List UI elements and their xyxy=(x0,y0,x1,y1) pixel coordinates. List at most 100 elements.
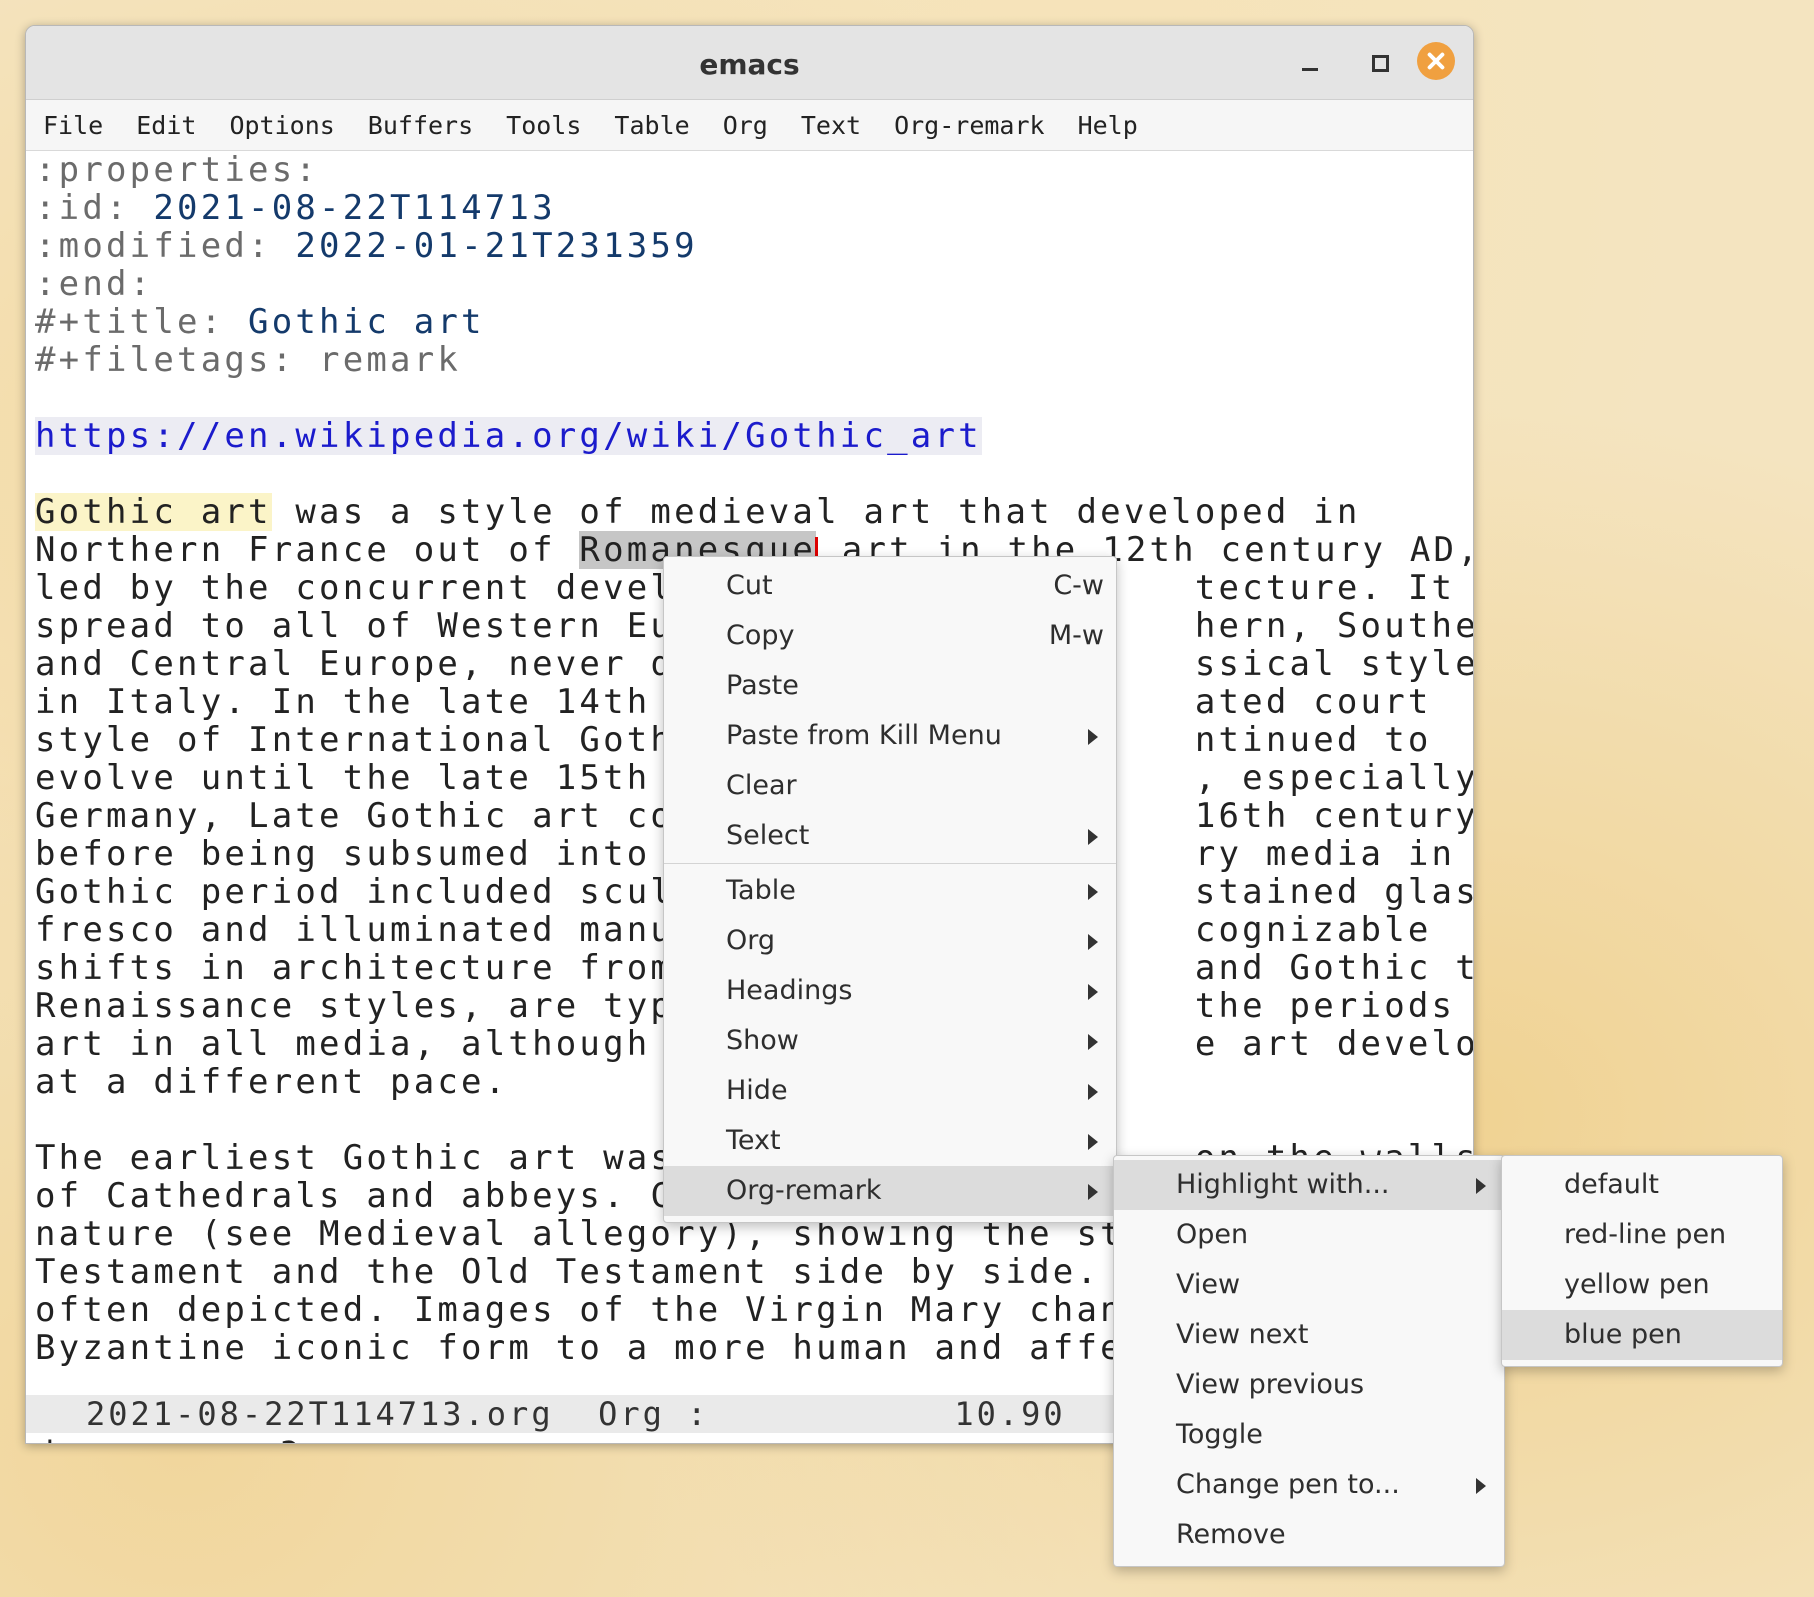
menu-item-cut[interactable]: Cut C-w xyxy=(664,561,1116,611)
buffer-text: ated court xyxy=(1194,683,1432,721)
menu-item-yellow-pen[interactable]: yellow pen xyxy=(1502,1260,1782,1310)
menu-item-label: default xyxy=(1564,1169,1660,1200)
menu-item-hide[interactable]: Hide xyxy=(664,1066,1116,1116)
buffer-line[interactable] xyxy=(26,455,1473,493)
menu-help[interactable]: Help xyxy=(1078,111,1138,140)
title-bar[interactable]: emacs xyxy=(26,26,1473,100)
buffer-text: was a style of medieval art that develop… xyxy=(271,493,1361,531)
maximize-icon[interactable] xyxy=(1360,44,1398,82)
buffer-text: :modified: xyxy=(35,227,296,265)
menu-item-label: Paste xyxy=(726,670,799,701)
menu-item-text[interactable]: Text xyxy=(664,1116,1116,1166)
buffer-text: in Italy. In the late 14th ce xyxy=(35,683,722,721)
menu-item-toggle[interactable]: Toggle xyxy=(1114,1410,1504,1460)
menu-item-select[interactable]: Select xyxy=(664,811,1116,861)
menu-table[interactable]: Table xyxy=(614,111,689,140)
menu-item-view-previous[interactable]: View previous xyxy=(1114,1360,1504,1410)
buffer-text: cognizable xyxy=(1194,911,1432,949)
buffer-text: Testament and the Old Testament side by … xyxy=(35,1253,1195,1291)
menu-item-label: blue pen xyxy=(1564,1319,1682,1350)
menu-item-view-next[interactable]: View next xyxy=(1114,1310,1504,1360)
url-link[interactable]: https://en.wikipedia.org/wiki/Gothic_art xyxy=(35,417,982,455)
buffer-line[interactable]: :modified: 2022-01-21T231359 xyxy=(26,227,1473,265)
buffer-text: stained glass, xyxy=(1194,873,1473,911)
menu-item-label: Org xyxy=(726,925,776,956)
menu-item-org-remark[interactable]: Org-remark xyxy=(664,1166,1116,1216)
menu-item-label: Change pen to... xyxy=(1176,1469,1400,1500)
menu-item-org[interactable]: Org xyxy=(664,916,1116,966)
menu-item-paste[interactable]: Paste xyxy=(664,661,1116,711)
menu-buffers[interactable]: Buffers xyxy=(368,111,473,140)
close-icon[interactable] xyxy=(1417,42,1455,80)
menu-options[interactable]: Options xyxy=(229,111,334,140)
buffer-text: :id: xyxy=(35,189,154,227)
buffer-text: Germany, Late Gothic art cont xyxy=(35,797,722,835)
menu-item-label: Show xyxy=(726,1025,799,1056)
buffer-line[interactable]: :id: 2021-08-22T114713 xyxy=(26,189,1473,227)
buffer-text: led by the concurrent develop xyxy=(35,569,722,607)
buffer-text: art in all media, although in xyxy=(35,1025,722,1063)
menu-item-label: Clear xyxy=(726,770,797,801)
shortcut-label: M-w xyxy=(1048,620,1104,651)
menu-item-label: Headings xyxy=(726,975,853,1006)
menu-item-label: Paste from Kill Menu xyxy=(726,720,1002,751)
buffer-text: fresco and illuminated manusc xyxy=(35,911,722,949)
menu-item-blue-pen[interactable]: blue pen xyxy=(1502,1310,1782,1360)
menu-item-label: yellow pen xyxy=(1564,1269,1710,1300)
menu-item-highlight-with[interactable]: Highlight with... xyxy=(1114,1160,1504,1210)
menu-item-view[interactable]: View xyxy=(1114,1260,1504,1310)
menu-tools[interactable]: Tools xyxy=(506,111,581,140)
menu-item-open[interactable]: Open xyxy=(1114,1210,1504,1260)
submenu-arrow-icon xyxy=(1088,729,1098,745)
menu-item-table[interactable]: Table xyxy=(664,866,1116,916)
menu-item-default[interactable]: default xyxy=(1502,1160,1782,1210)
buffer-text: 2021-08-22T114713 xyxy=(153,189,556,227)
menu-item-red-line-pen[interactable]: red-line pen xyxy=(1502,1210,1782,1260)
menu-item-paste-from-kill-menu[interactable]: Paste from Kill Menu xyxy=(664,711,1116,761)
menu-org[interactable]: Org xyxy=(723,111,768,140)
menu-item-remove[interactable]: Remove xyxy=(1114,1510,1504,1560)
menu-item-clear[interactable]: Clear xyxy=(664,761,1116,811)
buffer-text: The earliest Gothic art was m xyxy=(35,1139,722,1177)
buffer-line[interactable]: Gothic art was a style of medieval art t… xyxy=(26,493,1473,531)
buffer-text: often depicted. Images of the Virgin Mar… xyxy=(35,1291,1195,1329)
menu-item-label: Highlight with... xyxy=(1176,1169,1390,1200)
buffer-line[interactable]: https://en.wikipedia.org/wiki/Gothic_art xyxy=(26,417,1473,455)
menu-item-label: Remove xyxy=(1176,1519,1286,1550)
buffer-text: Renaissance styles, are typic xyxy=(35,987,722,1025)
org-remark-submenu: Highlight with... Open View View next View p… xyxy=(1113,1155,1505,1567)
buffer-line[interactable]: #+title: Gothic art xyxy=(26,303,1473,341)
menu-item-copy[interactable]: Copy M-w xyxy=(664,611,1116,661)
submenu-arrow-icon xyxy=(1088,1184,1098,1200)
buffer-text: , especially xyxy=(1194,759,1473,797)
buffer-text: e art developed xyxy=(1194,1025,1473,1063)
menu-org-remark[interactable]: Org-remark xyxy=(894,111,1045,140)
buffer-line[interactable] xyxy=(26,379,1473,417)
echo-area: down-mouse-3- xyxy=(35,1434,324,1443)
menu-text[interactable]: Text xyxy=(801,111,861,140)
buffer-text: and Gothic to xyxy=(1194,949,1473,987)
buffer-text: at a different pace. xyxy=(35,1063,509,1101)
buffer-line[interactable]: :properties: xyxy=(26,151,1473,189)
buffer-text: tecture. It xyxy=(1194,569,1456,607)
menu-item-change-pen-to[interactable]: Change pen to... xyxy=(1114,1460,1504,1510)
submenu-arrow-icon xyxy=(1088,1034,1098,1050)
menu-item-show[interactable]: Show xyxy=(664,1016,1116,1066)
minimize-icon[interactable] xyxy=(1291,44,1329,82)
submenu-arrow-icon xyxy=(1088,984,1098,1000)
menu-edit[interactable]: Edit xyxy=(136,111,196,140)
buffer-line[interactable]: #+filetags: remark xyxy=(26,341,1473,379)
menu-item-headings[interactable]: Headings xyxy=(664,966,1116,1016)
buffer-text: Byzantine iconic form to a more human an… xyxy=(35,1329,1195,1367)
menu-item-label: View next xyxy=(1176,1319,1309,1350)
menu-item-label: Toggle xyxy=(1176,1419,1263,1450)
buffer-text: and Central Europe, never qui xyxy=(35,645,722,683)
buffer-text: ry media in the xyxy=(1194,835,1456,873)
buffer-line[interactable]: :end: xyxy=(26,265,1473,303)
menu-item-label: red-line pen xyxy=(1564,1219,1727,1250)
menu-item-label: Hide xyxy=(726,1075,788,1106)
buffer-text: :properties: xyxy=(35,151,320,189)
submenu-arrow-icon xyxy=(1088,1084,1098,1100)
menu-file[interactable]: File xyxy=(43,111,103,140)
buffer-text: the periods in xyxy=(1194,987,1456,1025)
